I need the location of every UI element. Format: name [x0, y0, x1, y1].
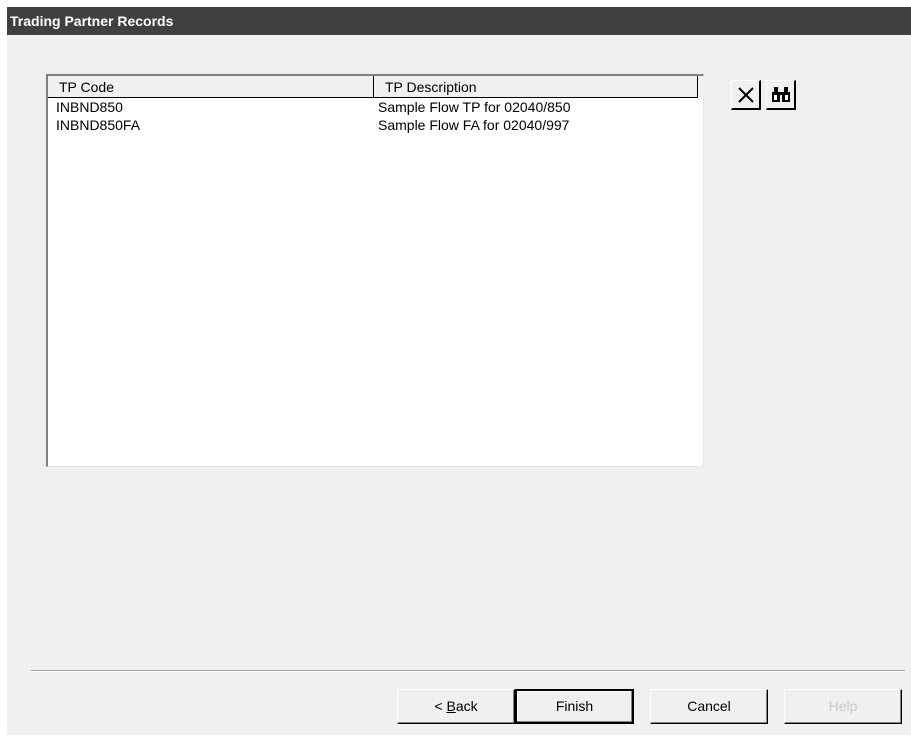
header-filler: [698, 76, 704, 98]
tp-description-cell: Sample Flow FA for 02040/997: [378, 117, 570, 133]
back-label-prefix: <: [434, 698, 447, 714]
help-button[interactable]: Help: [784, 689, 902, 724]
delete-button[interactable]: [731, 80, 761, 110]
list-row[interactable]: INBND850 Sample Flow TP for 02040/850: [48, 98, 704, 116]
finish-button[interactable]: Finish: [515, 689, 634, 724]
wizard-window: Trading Partner Records TP Code TP Descr…: [7, 7, 911, 735]
window-title: Trading Partner Records: [7, 7, 911, 35]
button-separator: [31, 670, 905, 672]
trading-partner-list[interactable]: TP Code TP Description INBND850 Sample F…: [46, 74, 704, 467]
back-label-mnemonic: B: [446, 698, 456, 714]
column-header-tp-description[interactable]: TP Description: [374, 76, 698, 98]
back-label-rest: ack: [455, 698, 478, 714]
tp-code-cell: INBND850FA: [56, 117, 141, 133]
list-row[interactable]: INBND850FA Sample Flow FA for 02040/997: [48, 116, 704, 134]
list-header: TP Code TP Description: [48, 76, 704, 98]
column-header-tp-code[interactable]: TP Code: [48, 76, 374, 98]
back-button[interactable]: < Back: [397, 689, 515, 724]
cancel-button[interactable]: Cancel: [650, 689, 768, 724]
find-button[interactable]: [766, 80, 796, 110]
delete-x-icon: [737, 86, 754, 103]
tp-code-cell: INBND850: [56, 99, 123, 115]
tp-description-cell: Sample Flow TP for 02040/850: [378, 99, 571, 115]
binoculars-icon: [771, 86, 790, 102]
